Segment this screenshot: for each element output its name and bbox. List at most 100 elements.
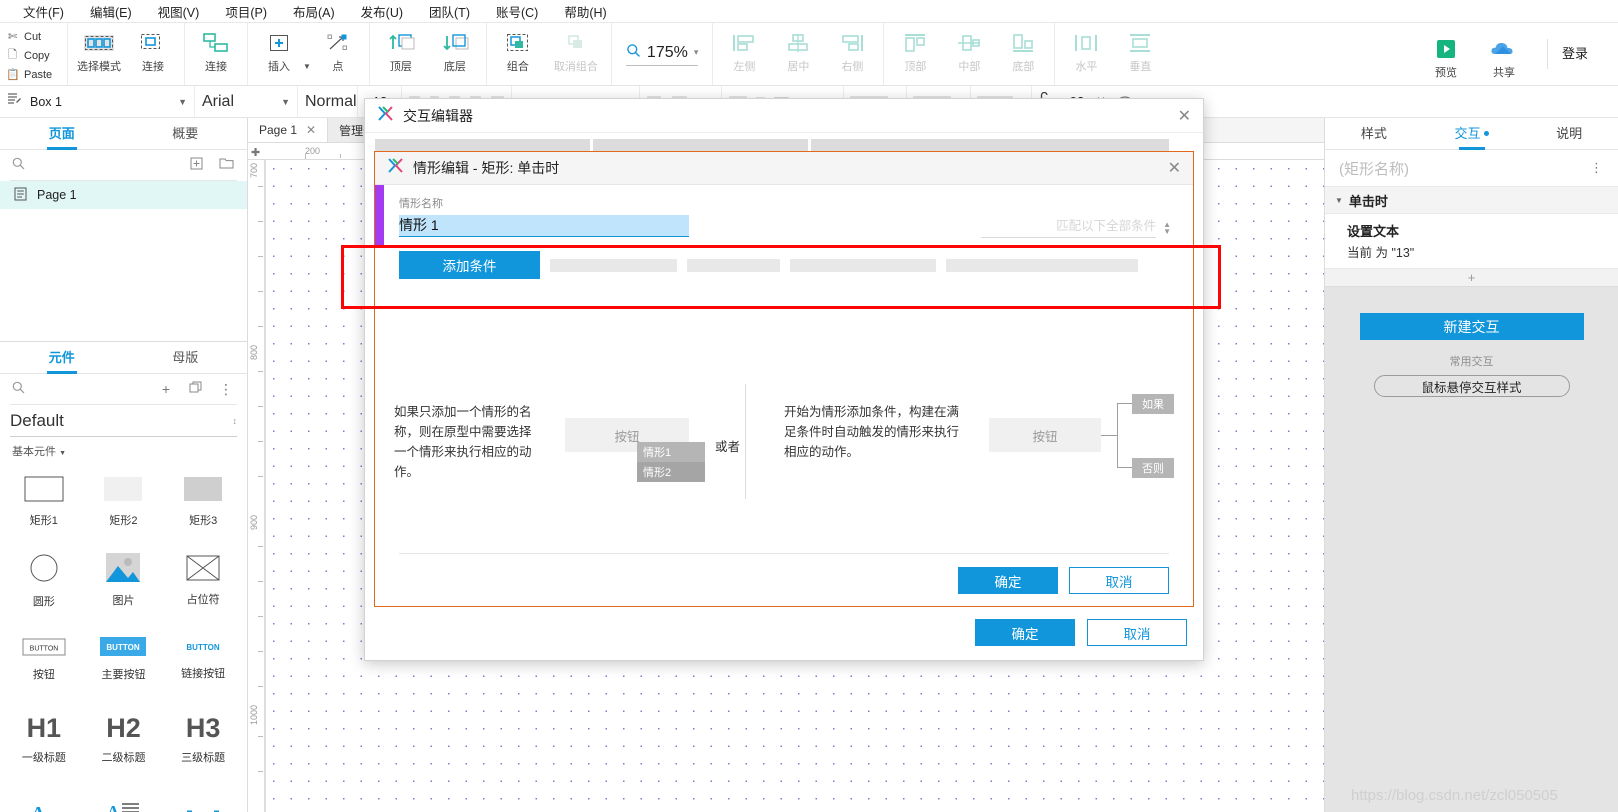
insert-button[interactable]: 插入 [252, 23, 306, 85]
align-middle-button[interactable]: 中部 [942, 23, 996, 85]
case-name-input[interactable] [399, 215, 689, 237]
tab-widgets[interactable]: 元件 [0, 342, 124, 373]
ungroup-button[interactable]: 取消组合 [545, 23, 607, 85]
widget-text-label[interactable]: A [4, 781, 84, 812]
widget-link-button[interactable]: BUTTON 链接按钮 [163, 623, 243, 696]
widget-primary-button[interactable]: BUTTON 主要按钮 [84, 623, 164, 696]
login-button[interactable]: 登录 [1546, 39, 1602, 69]
event-row-onclick[interactable]: ▼ 单击时 [1325, 187, 1618, 214]
page-list-item-page1[interactable]: Page 1 [0, 181, 247, 209]
action-name[interactable]: 设置文本 [1325, 214, 1618, 242]
bring-front-button[interactable]: 顶层 [374, 23, 428, 85]
zoom-control[interactable]: 175% ▾ [612, 23, 714, 85]
menu-item-help[interactable]: 帮助(H) [551, 2, 619, 21]
widget-name-input[interactable]: (矩形名称) [1339, 158, 1409, 179]
menu-item-account[interactable]: 账号(C) [483, 2, 551, 21]
widget-image[interactable]: 图片 [84, 544, 164, 617]
widget-paragraph[interactable]: A [84, 781, 164, 812]
dialog-cancel-button[interactable]: 取消 [1087, 619, 1187, 646]
add-page-icon[interactable] [185, 157, 207, 173]
vertical-ruler[interactable]: 700 800 900 1000 [248, 160, 265, 812]
widget-rect3[interactable]: 矩形3 [163, 465, 243, 538]
align-top-button[interactable]: 顶部 [888, 23, 942, 85]
triangle-down-icon[interactable]: ▼ [1335, 196, 1343, 205]
close-icon[interactable]: ✕ [1168, 158, 1181, 178]
tab-masters[interactable]: 母版 [124, 342, 248, 373]
widget-horizontal-line[interactable] [163, 781, 243, 812]
widget-h1[interactable]: H1 一级标题 [4, 702, 84, 775]
widget-rect2[interactable]: 矩形2 [84, 465, 164, 538]
menu-item-project[interactable]: 项目(P) [212, 2, 280, 21]
menu-item-publish[interactable]: 发布(U) [348, 2, 416, 21]
dialog-ok-button[interactable]: 确定 [975, 619, 1075, 646]
canvas-tab-page1[interactable]: Page 1 ✕ [248, 118, 329, 142]
menu-item-edit[interactable]: 编辑(E) [77, 2, 145, 21]
condition-placeholder[interactable] [790, 258, 936, 272]
paste-button[interactable]: 📋 Paste [6, 66, 67, 84]
align-center-button[interactable]: 居中 [771, 23, 825, 85]
widget-ellipse[interactable]: 圆形 [4, 544, 84, 617]
shape-connector-button[interactable]: 连接 [189, 23, 243, 85]
plus-icon[interactable]: + [155, 381, 177, 397]
more-vertical-icon[interactable]: ⋮ [215, 381, 237, 398]
spinner-updown-icon[interactable]: ▲ ▼ [1163, 221, 1171, 238]
align-right-button[interactable]: 右侧 [825, 23, 879, 85]
send-back-button[interactable]: 底层 [428, 23, 482, 85]
new-interaction-button[interactable]: 新建交互 [1359, 313, 1584, 340]
tab-outline[interactable]: 概要 [124, 118, 248, 149]
share-button[interactable]: 共享 [1477, 29, 1531, 80]
search-icon[interactable] [10, 381, 26, 397]
add-condition-button[interactable]: 添加条件 [399, 251, 540, 279]
font-style-select[interactable]: Normal [298, 85, 358, 118]
font-family-select[interactable]: Arial ▼ [195, 85, 298, 118]
search-icon[interactable] [10, 157, 26, 173]
copy-button[interactable]: 🗋 Copy [6, 47, 67, 65]
widget-name-select[interactable]: Box 1 ▼ [0, 85, 195, 118]
distribute-vertical-button[interactable]: 垂直 [1113, 23, 1167, 85]
tab-style[interactable]: 样式 [1325, 118, 1423, 149]
connect-button[interactable]: 连接 [126, 23, 180, 85]
preview-button[interactable]: 预览 [1419, 29, 1473, 80]
origin-crosshair-icon[interactable]: ✚ [251, 146, 260, 159]
point-button[interactable]: 点 [311, 23, 365, 85]
hover-style-button[interactable]: 鼠标悬停交互样式 [1373, 375, 1570, 397]
action-description[interactable]: 当前 为 "13" [1325, 242, 1618, 268]
tab-pages[interactable]: 页面 [0, 118, 124, 149]
menu-item-file[interactable]: 文件(F) [10, 2, 77, 21]
condition-placeholder[interactable] [946, 258, 1138, 272]
widget-h2[interactable]: H2 二级标题 [84, 702, 164, 775]
select-mode-button[interactable]: 选择模式 [72, 23, 126, 85]
widget-h3[interactable]: H3 三级标题 [163, 702, 243, 775]
insert-caret-icon[interactable]: ▼ [303, 62, 311, 71]
align-left-button[interactable]: 左侧 [717, 23, 771, 85]
menu-item-team[interactable]: 团队(T) [416, 2, 483, 21]
more-vertical-icon[interactable]: ⋮ [1590, 160, 1604, 176]
group-button[interactable]: 组合 [491, 23, 545, 85]
menu-item-layout[interactable]: 布局(A) [280, 2, 348, 21]
case-ok-button[interactable]: 确定 [958, 567, 1058, 594]
close-icon[interactable]: ✕ [306, 123, 316, 137]
match-condition-select[interactable]: 匹配以下全部条件 ▲ ▼ [981, 215, 1171, 238]
chevron-down-icon[interactable]: ▼ [178, 97, 187, 107]
widget-rect1[interactable]: 矩形1 [4, 465, 84, 538]
widget-placeholder[interactable]: 占位符 [163, 544, 243, 617]
align-bottom-button[interactable]: 底部 [996, 23, 1050, 85]
library-icon[interactable] [185, 381, 207, 397]
chevron-down-icon[interactable]: ▾ [694, 47, 699, 58]
condition-placeholder[interactable] [550, 258, 677, 272]
widget-button[interactable]: BUTTON 按钮 [4, 623, 84, 696]
cut-button[interactable]: ✄ Cut [6, 28, 67, 46]
library-select[interactable]: Default ↕ [10, 411, 237, 437]
condition-placeholder[interactable] [687, 258, 780, 272]
add-action-row[interactable]: + [1325, 268, 1618, 287]
chevron-updown-icon[interactable]: ↕ [233, 416, 238, 426]
close-icon[interactable]: ✕ [1178, 106, 1191, 126]
menu-item-view[interactable]: 视图(V) [145, 2, 213, 21]
tab-notes[interactable]: 说明 [1520, 118, 1618, 149]
add-folder-icon[interactable] [215, 157, 237, 173]
chevron-down-icon[interactable]: ▼ [281, 97, 290, 107]
case-cancel-button[interactable]: 取消 [1069, 567, 1169, 594]
widgets-section-label[interactable]: 基本元件 ▼ [0, 437, 247, 461]
tab-interactions[interactable]: 交互 [1423, 118, 1521, 149]
distribute-horizontal-button[interactable]: 水平 [1059, 23, 1113, 85]
